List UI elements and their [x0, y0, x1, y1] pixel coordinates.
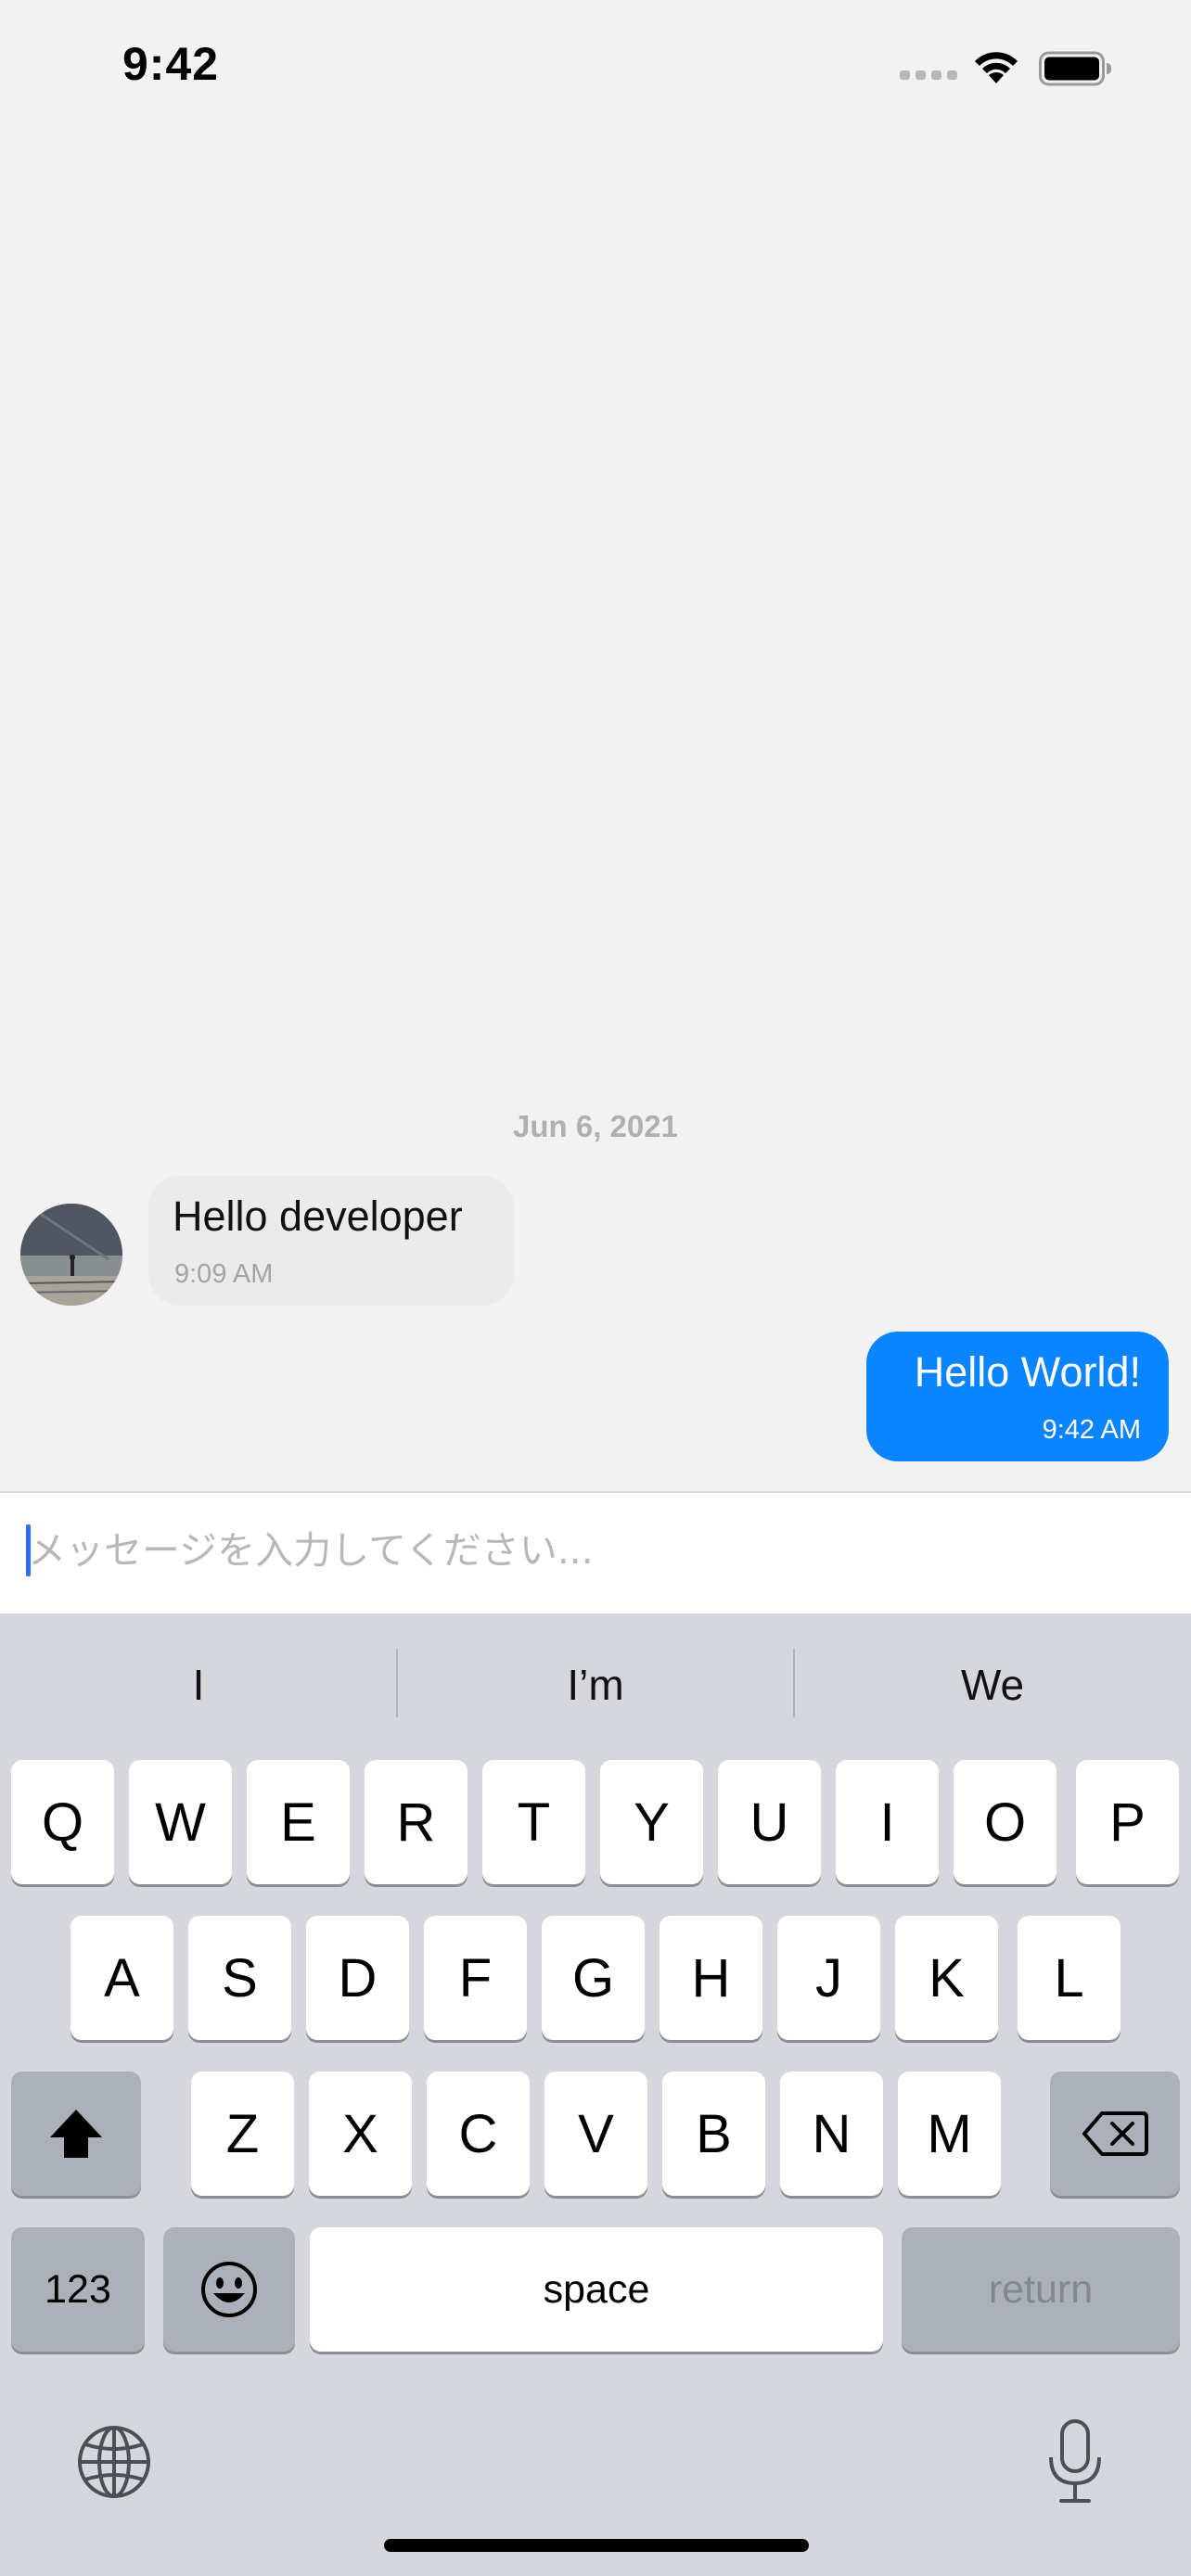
key-e[interactable]: E: [247, 1760, 350, 1884]
return-key[interactable]: return: [902, 2227, 1180, 2352]
key-v[interactable]: V: [544, 2072, 647, 2196]
backspace-key[interactable]: [1050, 2072, 1180, 2196]
message-text: Hello World!: [914, 1348, 1141, 1396]
key-m[interactable]: M: [898, 2072, 1001, 2196]
key-d[interactable]: D: [306, 1916, 409, 2040]
emoji-icon: [201, 2262, 257, 2317]
suggestion-3[interactable]: We: [794, 1660, 1191, 1710]
home-indicator: [384, 2539, 809, 2552]
space-key[interactable]: space: [310, 2227, 883, 2352]
numbers-key[interactable]: 123: [11, 2227, 145, 2352]
shift-key[interactable]: [11, 2072, 141, 2196]
key-r[interactable]: R: [365, 1760, 467, 1884]
key-b[interactable]: B: [662, 2072, 765, 2196]
message-time: 9:09 AM: [174, 1259, 274, 1289]
key-j[interactable]: J: [777, 1916, 880, 2040]
key-l[interactable]: L: [1018, 1916, 1121, 2040]
key-g[interactable]: G: [542, 1916, 645, 2040]
key-c[interactable]: C: [427, 2072, 530, 2196]
text-caret: [26, 1524, 31, 1576]
key-t[interactable]: T: [482, 1760, 585, 1884]
avatar[interactable]: [20, 1204, 122, 1306]
globe-icon[interactable]: [76, 2424, 152, 2500]
keyboard: I I’m We Q W E R T Y U I O P A S D F G H…: [0, 1613, 1191, 2576]
suggestion-2[interactable]: I’m: [397, 1660, 794, 1710]
key-f[interactable]: F: [424, 1916, 527, 2040]
backspace-icon: [1082, 2111, 1148, 2156]
key-o[interactable]: O: [954, 1760, 1057, 1884]
key-q[interactable]: Q: [11, 1760, 114, 1884]
wifi-icon: [975, 52, 1018, 83]
key-p[interactable]: P: [1076, 1760, 1179, 1884]
key-x[interactable]: X: [309, 2072, 412, 2196]
status-time: 9:42: [122, 38, 220, 90]
key-a[interactable]: A: [70, 1916, 173, 2040]
key-w[interactable]: W: [129, 1760, 232, 1884]
outgoing-message-bubble[interactable]: Hello World! 9:42 AM: [866, 1332, 1169, 1461]
suggestion-1[interactable]: I: [0, 1660, 397, 1710]
key-y[interactable]: Y: [600, 1760, 703, 1884]
battery-icon: [1039, 51, 1111, 86]
avatar-photo: [20, 1204, 122, 1306]
key-k[interactable]: K: [895, 1916, 998, 2040]
key-n[interactable]: N: [780, 2072, 883, 2196]
emoji-key[interactable]: [163, 2227, 295, 2352]
message-text: Hello developer: [173, 1192, 463, 1240]
key-h[interactable]: H: [660, 1916, 762, 2040]
key-i[interactable]: I: [836, 1760, 939, 1884]
key-u[interactable]: U: [718, 1760, 821, 1884]
cellular-signal-icon: [900, 70, 957, 80]
key-z[interactable]: Z: [191, 2072, 294, 2196]
message-input[interactable]: [28, 1513, 1159, 1588]
key-s[interactable]: S: [188, 1916, 291, 2040]
microphone-icon[interactable]: [1044, 2418, 1106, 2506]
incoming-message-bubble[interactable]: Hello developer 9:09 AM: [148, 1176, 514, 1306]
message-input-bar: [0, 1491, 1191, 1615]
message-time: 9:42 AM: [1042, 1415, 1141, 1445]
date-separator: Jun 6, 2021: [513, 1109, 678, 1143]
shift-icon: [50, 2110, 102, 2158]
